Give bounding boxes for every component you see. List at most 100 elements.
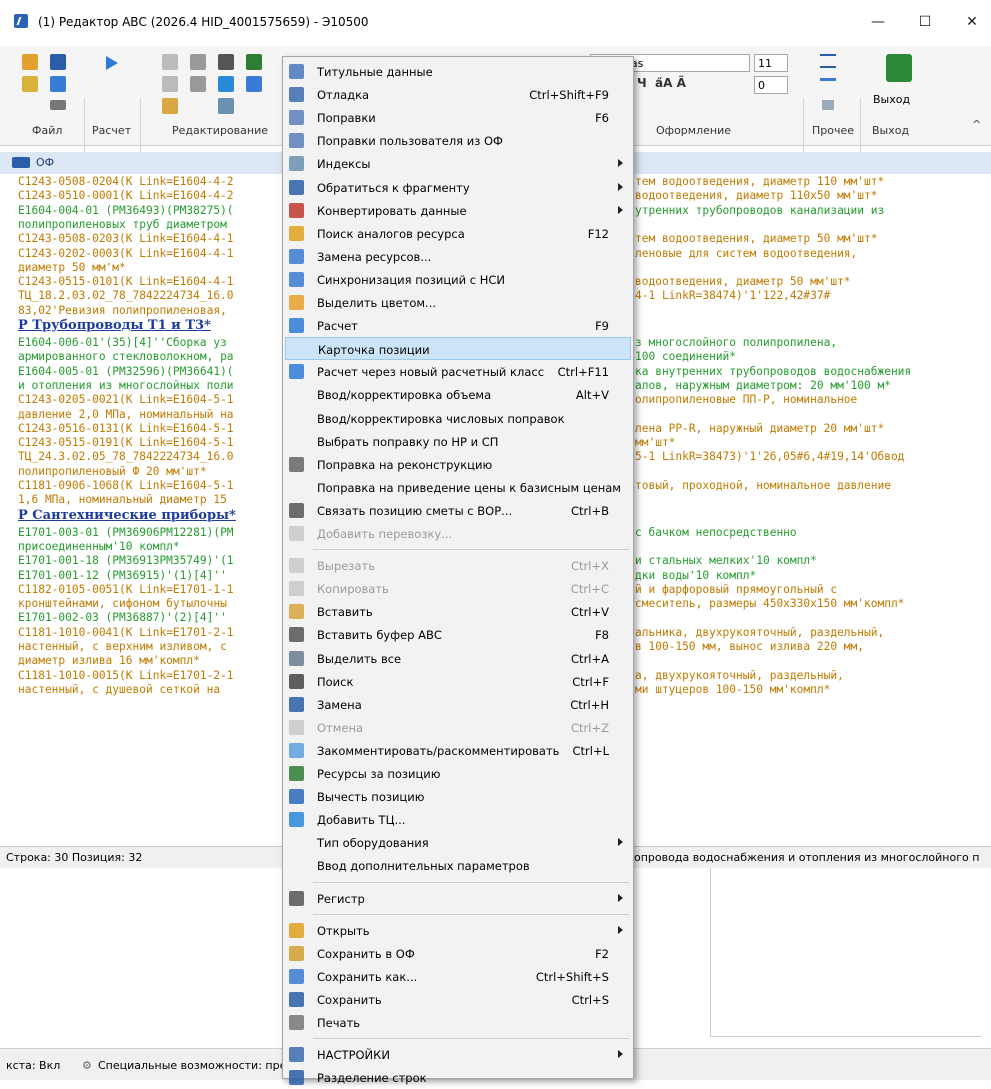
menu-item[interactable]: Ввод дополнительных параметров — [285, 854, 631, 877]
editor-line[interactable]: C1181-1010-0041(K Link=E1701-2-1 — [18, 626, 234, 640]
text-format-icons[interactable]: Ч a̋A Ã — [637, 76, 686, 90]
menu-item[interactable]: Тип оборудования — [285, 831, 631, 854]
menu-item[interactable]: Вычесть позицию — [285, 785, 631, 808]
editor-line[interactable]: C1243-0515-0191(K Link=E1604-5-1 — [18, 436, 234, 450]
copy-tool-icon[interactable] — [162, 76, 178, 92]
menu-item[interactable]: Поиск аналогов ресурса F12 — [285, 222, 631, 245]
menu-item[interactable]: Расчет через новый расчетный класс Ctrl+F… — [285, 360, 631, 383]
save-of-file-icon[interactable] — [22, 76, 38, 92]
editor-line-tail[interactable]: водоотведения, диаметр 50 мм'шт* — [635, 275, 851, 289]
paste-tool-icon[interactable] — [162, 98, 178, 114]
menu-item[interactable]: Отладка Ctrl+Shift+F9 — [285, 83, 631, 106]
editor-line-tail[interactable]: 4-1 LinkR=38474)'1'122,42#37# — [635, 289, 830, 303]
menu-item[interactable]: Сохранить как... Ctrl+Shift+S — [285, 965, 631, 988]
editor-line-tail[interactable]: олипропиленовые ПП-Р, номинальное — [635, 393, 857, 407]
editor-line-tail[interactable]: водоотведения, диаметр 110х50 мм'шт* — [635, 189, 877, 203]
cursor-tool-icon[interactable] — [822, 100, 834, 110]
menu-item[interactable]: Индексы — [285, 152, 631, 175]
editor-line[interactable]: ТЦ_24.3.02.05_78_7842224734_16.0 — [18, 450, 234, 464]
exit-icon[interactable] — [886, 54, 912, 82]
editor-line[interactable]: C1243-0202-0003(K Link=E1604-4-1 — [18, 247, 234, 261]
menu-item[interactable]: Печать — [285, 1011, 631, 1034]
editor-line[interactable]: E1701-001-12 (PM36915)'(1)[4]'' — [18, 569, 227, 583]
menu-item[interactable]: Добавить ТЦ... — [285, 808, 631, 831]
editor-line[interactable]: C1243-0516-0131(K Link=E1604-5-1 — [18, 422, 234, 436]
menu-item[interactable]: Вставить Ctrl+V — [285, 600, 631, 623]
menu-item[interactable]: Ввод/корректировка числовых поправок — [285, 407, 631, 430]
editor-line-tail[interactable]: з многослойного полипропилена, — [635, 336, 837, 350]
editor-line[interactable]: присоединенным'10 компл* — [18, 540, 180, 554]
menu-item[interactable]: Ввод/корректировка объема Alt+V — [285, 383, 631, 406]
editor-line-tail[interactable]: алов, наружным диаметром: 20 мм'100 м* — [635, 379, 891, 393]
editor-line[interactable]: полипропиленовый Ф 20 мм'шт* — [18, 465, 207, 479]
editor-line-tail[interactable]: ка внутренних трубопроводов водоснабжени… — [635, 365, 911, 379]
editor-line[interactable]: 1,6 МПа, номинальный диаметр 15 — [18, 493, 227, 507]
menu-item[interactable]: Выделить все Ctrl+A — [285, 647, 631, 670]
editor-line[interactable]: диаметр 50 мм'м* — [18, 261, 126, 275]
editor-line-tail[interactable]: утренних трубопроводов канализации из — [635, 204, 884, 218]
menu-item[interactable]: Замена Ctrl+H — [285, 693, 631, 716]
editor-line-tail[interactable]: леновые для систем водоотведения, — [635, 247, 857, 261]
editor-line[interactable]: C1243-0515-0101(K Link=E1604-4-1 — [18, 275, 234, 289]
menu-item[interactable]: Поправка на приведение цены к базисным ц… — [285, 476, 631, 499]
editor-line-tail[interactable]: 5-1 LinkR=38473)'1'26,05#6,4#19,14'Обвод — [635, 450, 904, 464]
editor-line-tail[interactable]: смеситель, размеры 450х330х150 мм'компл* — [635, 597, 904, 611]
editor-line[interactable]: полипропиленовых труб диаметром — [18, 218, 227, 232]
menu-item[interactable]: Разделение строк — [285, 1066, 631, 1089]
editor-line-tail[interactable]: тем водоотведения, диаметр 110 мм'шт* — [635, 175, 884, 189]
editor-line-tail[interactable]: в 100-150 мм, вынос излива 220 мм, — [635, 640, 864, 654]
open-file-icon[interactable] — [22, 54, 38, 70]
cart-tool-icon[interactable] — [218, 76, 234, 92]
editor-line[interactable]: настенный, с верхним изливом, с — [18, 640, 227, 654]
cut-tool-icon[interactable] — [162, 54, 178, 70]
editor-line-tail[interactable]: альника, двухрукояточный, раздельный, — [635, 626, 884, 640]
menu-item[interactable]: Поиск Ctrl+F — [285, 670, 631, 693]
editor-line[interactable]: C1243-0510-0001(K Link=E1604-4-2 — [18, 189, 234, 203]
menu-item[interactable]: Поправка на реконструкцию — [285, 453, 631, 476]
save-file-icon[interactable] — [50, 54, 66, 70]
menu-item[interactable]: Поправки пользователя из ОФ — [285, 129, 631, 152]
save-as-file-icon[interactable] — [50, 76, 66, 92]
editor-line[interactable]: E1604-006-01'(35)[4]''Сборка уз — [18, 336, 227, 350]
resources-tool-icon[interactable] — [246, 54, 262, 70]
exit-label[interactable]: Выход — [873, 93, 910, 106]
editor-line-tail[interactable]: ми штуцеров 100-150 мм'компл* — [635, 683, 830, 697]
menu-item[interactable]: Карточка позиции — [285, 337, 631, 361]
print-file-icon[interactable] — [50, 100, 66, 110]
editor-line-tail[interactable]: 100 соединений* — [635, 350, 736, 364]
editor-line[interactable]: E1701-003-01 (PM36906PM12281)(PM — [18, 526, 234, 540]
editor-line[interactable]: и отопления из многослойных поли — [18, 379, 234, 393]
calc-icon[interactable] — [106, 56, 118, 70]
menu-item[interactable]: Регистр — [285, 887, 631, 910]
menu-item[interactable]: Вставить буфер АВС F8 — [285, 623, 631, 646]
maximize-button[interactable]: ☐ — [905, 10, 945, 34]
section-heading[interactable]: Р Сантехнические приборы* — [18, 508, 236, 523]
align-tool-icon[interactable] — [820, 78, 836, 92]
menu-item[interactable]: НАСТРОЙКИ — [285, 1043, 631, 1066]
ribbon-collapse-button[interactable]: ^ — [972, 118, 981, 131]
editor-line-tail[interactable]: й и фарфоровый прямоугольный с — [635, 583, 837, 597]
editor-line[interactable]: C1243-0508-0203(K Link=E1604-4-1 — [18, 232, 234, 246]
editor-line[interactable]: C1181-0906-1068(K Link=E1604-5-1 — [18, 479, 234, 493]
menu-item[interactable]: Связать позицию сметы с ВОР... Ctrl+B — [285, 499, 631, 522]
editor-line-tail[interactable]: тем водоотведения, диаметр 50 мм'шт* — [635, 232, 877, 246]
editor-line[interactable]: E1701-002-03 (PM36887)'(2)[4]'' — [18, 611, 227, 625]
undo-tool-icon[interactable] — [190, 54, 206, 70]
section-heading[interactable]: Р Трубопроводы Т1 и Т3* — [18, 319, 211, 333]
editor-line[interactable]: E1604-005-01 (PM32596)(PM36641)( — [18, 365, 234, 379]
editor-line[interactable]: кронштейнами, сифоном бутылочны — [18, 597, 227, 611]
editor-line[interactable]: диаметр излива 16 мм'компл* — [18, 654, 200, 668]
menu-item[interactable]: Обратиться к фрагменту — [285, 176, 631, 199]
editor-line[interactable]: ТЦ_18.2.03.02_78_7842224734_16.0 — [18, 289, 234, 303]
menu-item[interactable]: Синхронизация позиций с НСИ — [285, 268, 631, 291]
editor-line[interactable]: E1701-001-18 (PM36913PM35749)'(1 — [18, 554, 234, 568]
editor-line[interactable]: 83,02'Ревизия полипропиленовая, — [18, 304, 227, 318]
minimize-button[interactable]: — — [858, 10, 898, 34]
redo-tool-icon[interactable] — [190, 76, 206, 92]
menu-item[interactable]: Конвертировать данные — [285, 199, 631, 222]
editor-line[interactable]: C1181-1010-0015(K Link=E1701-2-1 — [18, 669, 234, 683]
editor-line-tail[interactable]: и стальных мелких'10 компл* — [635, 554, 817, 568]
editor-line-tail[interactable]: мм'шт* — [635, 436, 675, 450]
editor-line[interactable]: настенный, с душевой сеткой на — [18, 683, 220, 697]
editor-line[interactable]: E1604-004-01 (PM36493)(PM38275)( — [18, 204, 234, 218]
